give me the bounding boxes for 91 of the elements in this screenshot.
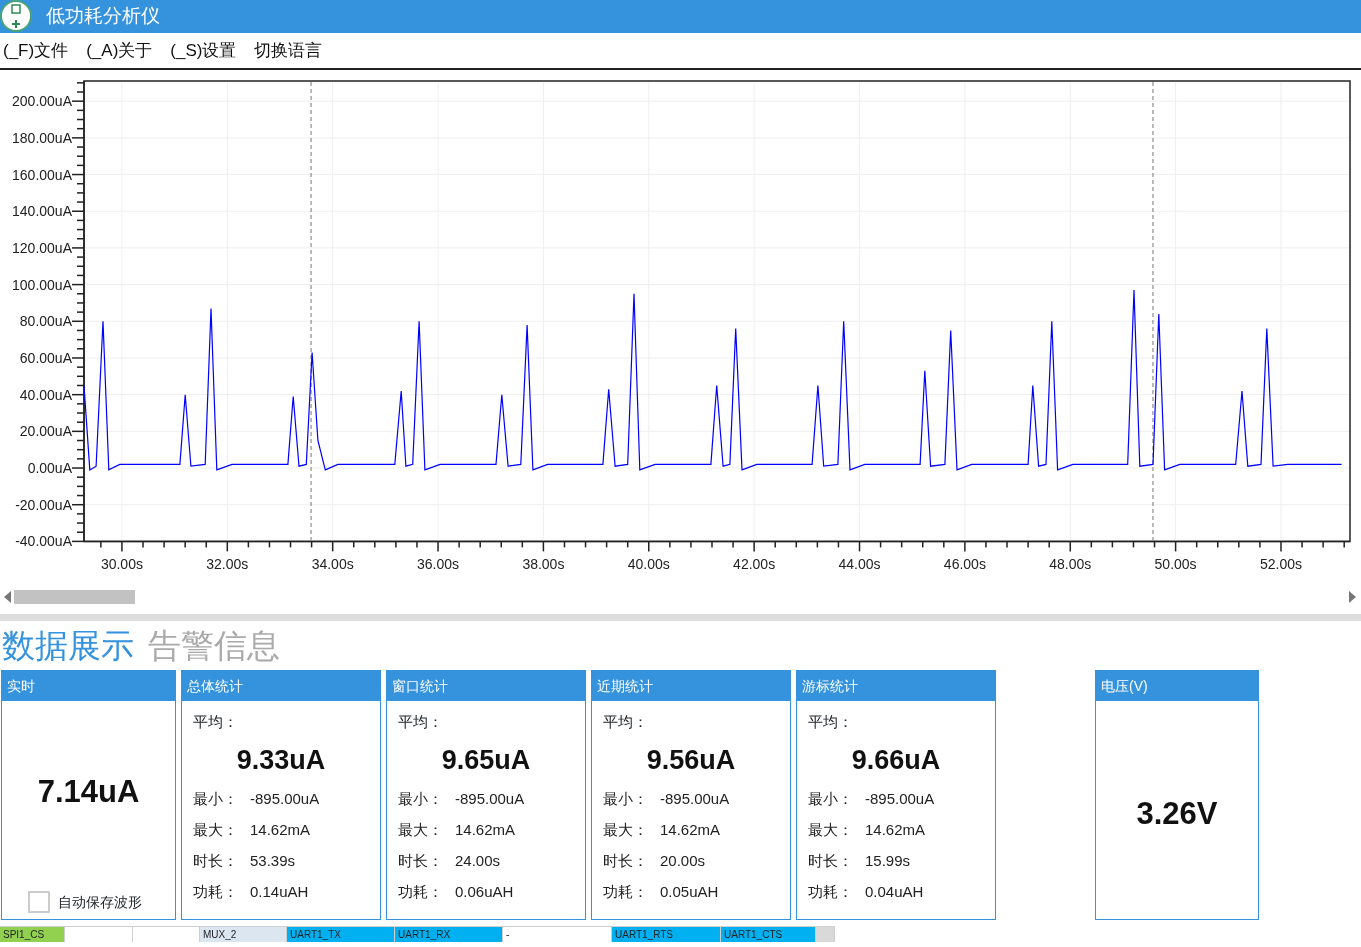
tick-label: 80.00uA bbox=[19, 313, 72, 330]
tick-label: 180.00uA bbox=[12, 129, 72, 146]
status-cell: SPI1_CS bbox=[0, 926, 65, 942]
tick-label: 60.00uA bbox=[19, 349, 72, 366]
stat-value: 14.62mA bbox=[455, 820, 516, 841]
stat-label: 时长： bbox=[808, 851, 854, 872]
current-value: 7.14uA bbox=[36, 773, 141, 811]
average-value: 9.65uA bbox=[440, 743, 532, 777]
tick-label: 20.00uA bbox=[19, 423, 72, 440]
card-header: 近期统计 bbox=[592, 671, 790, 701]
stat-label: 最大： bbox=[398, 820, 444, 841]
stat-label: 时长： bbox=[193, 851, 239, 872]
average-value: 9.56uA bbox=[645, 743, 737, 777]
stat-label: 最大： bbox=[808, 820, 854, 841]
stat-value: -895.00uA bbox=[455, 789, 525, 810]
stat-label: 最小： bbox=[808, 789, 854, 810]
stat-label: 平均： bbox=[398, 712, 444, 732]
stat-label: 平均： bbox=[603, 712, 649, 732]
stat-label: 最大： bbox=[603, 820, 649, 841]
stat-value: 0.04uAH bbox=[865, 882, 924, 903]
stat-label: 最大： bbox=[193, 820, 239, 841]
stat-value: -895.00uA bbox=[865, 789, 935, 810]
status-cell: UART1_CTS bbox=[721, 926, 816, 942]
stat-value: 0.06uAH bbox=[455, 882, 514, 903]
stat-value: -895.00uA bbox=[660, 789, 730, 810]
average-value: 9.66uA bbox=[850, 743, 942, 777]
scroll-right-icon[interactable] bbox=[1349, 591, 1356, 603]
tick-label: 40.00uA bbox=[19, 386, 72, 403]
stat-value: 15.99s bbox=[865, 851, 911, 872]
tick-label: 40.00s bbox=[627, 556, 670, 573]
tick-label: 46.00s bbox=[943, 556, 986, 573]
stat-value: 14.62mA bbox=[250, 820, 311, 841]
tick-label: 120.00uA bbox=[12, 239, 72, 256]
stat-value: 14.62mA bbox=[865, 820, 926, 841]
stat-label: 时长： bbox=[603, 851, 649, 872]
stat-value: 24.00s bbox=[455, 851, 501, 872]
stat-value: -895.00uA bbox=[250, 789, 320, 810]
tick-label: 32.00s bbox=[206, 556, 249, 573]
stat-value: 14.62mA bbox=[660, 820, 721, 841]
average-value: 9.33uA bbox=[235, 743, 327, 777]
stat-label: 功耗： bbox=[193, 882, 239, 903]
tick-label: 140.00uA bbox=[12, 203, 72, 220]
card-header: 窗口统计 bbox=[387, 671, 585, 701]
stat-value: 20.00s bbox=[660, 851, 706, 872]
tick-label: -40.00uA bbox=[15, 533, 72, 550]
tick-label: 30.00s bbox=[100, 556, 143, 573]
menu-item[interactable]: 切换语言 bbox=[254, 37, 323, 64]
status-cell: UART1_RX bbox=[395, 926, 503, 942]
stat-label: 功耗： bbox=[603, 882, 649, 903]
tick-label: 200.00uA bbox=[12, 93, 72, 110]
stat-label: 平均： bbox=[193, 712, 239, 732]
status-cell: UART1_RTS bbox=[612, 926, 721, 942]
menu-item[interactable]: (_S)设置 bbox=[170, 37, 237, 64]
tick-label: 52.00s bbox=[1259, 556, 1302, 573]
scroll-left-icon[interactable] bbox=[4, 591, 11, 603]
card-header: 实时 bbox=[2, 671, 175, 701]
card-header: 总体统计 bbox=[182, 671, 380, 701]
tick-label: 34.00s bbox=[311, 556, 354, 573]
scrollbar-thumb[interactable] bbox=[14, 590, 135, 604]
card-header: 游标统计 bbox=[797, 671, 995, 701]
logo-icon bbox=[0, 0, 34, 33]
tick-label: 36.00s bbox=[417, 556, 460, 573]
tick-label: 38.00s bbox=[522, 556, 565, 573]
checkbox[interactable] bbox=[28, 891, 50, 913]
menu-item[interactable]: (_A)关于 bbox=[86, 37, 153, 64]
status-cell: - bbox=[503, 926, 612, 942]
checkbox-label: 自动保存波形 bbox=[58, 892, 142, 912]
tick-label: 44.00s bbox=[838, 556, 881, 573]
status-cell: UART1_TX bbox=[287, 926, 395, 942]
tick-label: -20.00uA bbox=[15, 496, 72, 513]
stat-label: 平均： bbox=[808, 712, 854, 732]
stat-value: 0.05uAH bbox=[660, 882, 719, 903]
voltage-value: 3.26V bbox=[1135, 795, 1219, 833]
stat-label: 时长： bbox=[398, 851, 444, 872]
window-title: 低功耗分析仪 bbox=[46, 4, 160, 29]
tick-label: 0.00uA bbox=[27, 460, 72, 477]
tick-label: 42.00s bbox=[733, 556, 776, 573]
tick-label: 100.00uA bbox=[12, 276, 72, 293]
stat-label: 功耗： bbox=[808, 882, 854, 903]
card-header: 电压(V) bbox=[1096, 671, 1258, 701]
stat-value: 53.39s bbox=[250, 851, 296, 872]
stat-value: 0.14uAH bbox=[250, 882, 309, 903]
menu-item[interactable]: (_F)文件 bbox=[3, 37, 69, 64]
tick-label: 160.00uA bbox=[12, 166, 72, 183]
stat-label: 最小： bbox=[398, 789, 444, 810]
stat-label: 最小： bbox=[603, 789, 649, 810]
tick-label: 48.00s bbox=[1049, 556, 1092, 573]
stat-label: 最小： bbox=[193, 789, 239, 810]
status-cell: MUX_2 bbox=[200, 926, 287, 942]
stat-label: 功耗： bbox=[398, 882, 444, 903]
tick-label: 50.00s bbox=[1154, 556, 1197, 573]
